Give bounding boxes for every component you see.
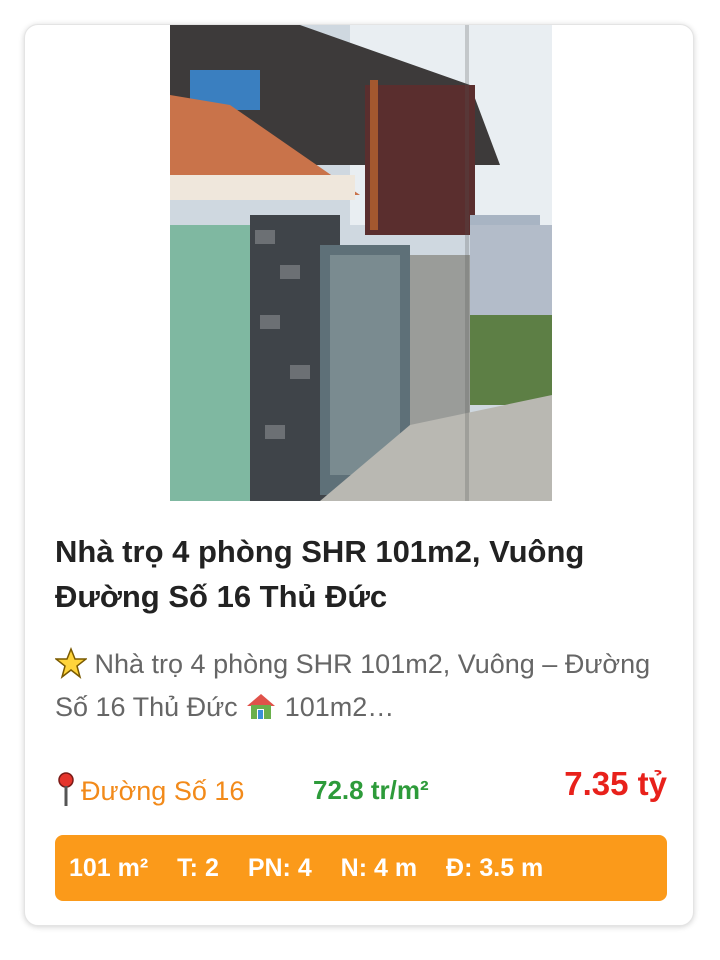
spec-floors: T: 2 [177, 854, 219, 882]
specs-bar: 101 m² T: 2 PN: 4 N: 4 m Đ: 3.5 m [55, 835, 667, 901]
location: Đường Số 16 [55, 771, 244, 807]
price-per-m2: 72.8 tr/m² [313, 775, 429, 805]
house-icon [247, 694, 276, 719]
description-text-2: 101m2… [284, 692, 395, 722]
spec-road: Đ: 3.5 m [446, 854, 544, 882]
listing-card[interactable]: Nhà trọ 4 phòng SHR 101m2, Vuông Đường S… [24, 24, 694, 926]
price: 7.35 tỷ [564, 765, 667, 802]
listing-meta: Đường Số 16 72.8 tr/m² 7.35 tỷ [55, 765, 667, 815]
listing-title[interactable]: Nhà trọ 4 phòng SHR 101m2, Vuông Đường S… [55, 529, 667, 619]
pin-icon [58, 772, 74, 806]
house-photo-illustration [170, 25, 552, 501]
location-text: Đường Số 16 [81, 776, 245, 806]
star-icon [55, 647, 87, 679]
listing-photo[interactable] [170, 25, 552, 501]
spec-area: 101 m² [69, 854, 149, 882]
spec-width: N: 4 m [340, 854, 418, 882]
spec-bedrooms: PN: 4 [247, 854, 312, 882]
listing-description: Nhà trọ 4 phòng SHR 101m2, Vuông – Đường… [55, 643, 675, 733]
